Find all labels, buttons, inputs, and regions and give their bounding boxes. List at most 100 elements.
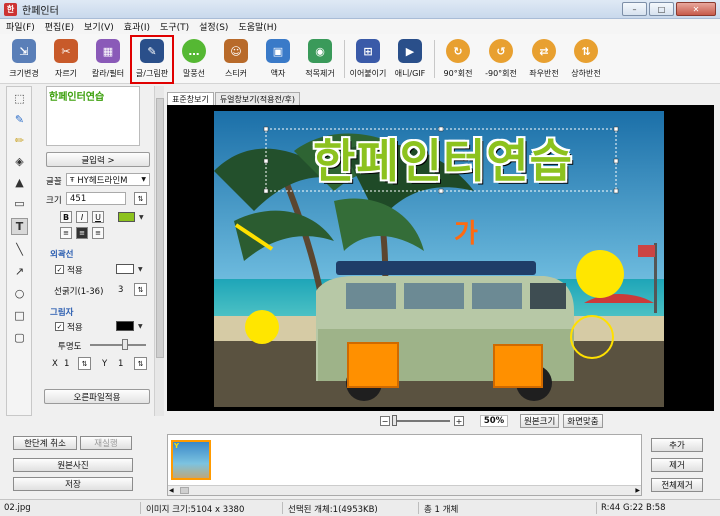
- line-width-value[interactable]: 3: [118, 285, 123, 295]
- tool-resize[interactable]: ⇲ 크기변경: [4, 37, 44, 82]
- outline-section-title: 외곽선: [50, 250, 74, 260]
- canvas-sticker-text[interactable]: 가: [454, 213, 478, 250]
- tool-flip-vertical[interactable]: ⇅ 상하반전: [566, 37, 606, 82]
- window-title: 한페인터: [22, 5, 59, 17]
- title-bar: 한 한페인터 – □ ✕: [0, 0, 720, 19]
- tool-color-filter[interactable]: ▦ 칼라/필터: [88, 37, 128, 82]
- opacity-slider-track[interactable]: [90, 344, 146, 346]
- remove-all-button[interactable]: 전체제거: [651, 478, 703, 492]
- fill-bucket-icon[interactable]: ◈: [11, 153, 28, 170]
- eraser-icon[interactable]: ▭: [11, 195, 28, 212]
- size-input[interactable]: 451: [66, 192, 126, 205]
- tab-standard-view[interactable]: 표준창보기: [167, 92, 214, 105]
- tab-dual-view[interactable]: 듀얼창보기(적용전/후): [214, 92, 300, 105]
- tool-speech-bubble[interactable]: … 말풍선: [174, 37, 214, 82]
- dropper-icon[interactable]: ▲: [11, 174, 28, 191]
- align-left-icon[interactable]: ≡: [60, 227, 72, 239]
- chevron-down-icon[interactable]: ▼: [138, 323, 143, 330]
- outline-color-swatch[interactable]: [116, 264, 134, 274]
- rectangle-tool-icon[interactable]: □: [11, 307, 28, 324]
- x-offset-stepper[interactable]: ⇅: [78, 357, 91, 370]
- line-width-stepper[interactable]: ⇅: [134, 283, 147, 296]
- image-canvas[interactable]: 한페인터연습 가: [167, 105, 714, 411]
- ellipse-tool-icon[interactable]: ○: [11, 285, 28, 302]
- minimize-button[interactable]: –: [622, 2, 647, 16]
- panel-scrollbar-thumb[interactable]: [156, 98, 164, 358]
- menu-effect[interactable]: 효과(I): [124, 20, 150, 33]
- zoom-out-icon[interactable]: −: [380, 416, 390, 426]
- original-photo-button[interactable]: 원본사진: [13, 458, 133, 472]
- original-size-button[interactable]: 원본크기: [520, 414, 560, 428]
- tool-flip-horizontal[interactable]: ⇄ 좌우반전: [524, 37, 564, 82]
- panel-scrollbar[interactable]: [154, 86, 164, 416]
- scroll-right-icon[interactable]: ▶: [635, 487, 640, 494]
- tool-sticker[interactable]: ☺ 스티커: [216, 37, 256, 82]
- rounded-rect-tool-icon[interactable]: ▢: [11, 329, 28, 346]
- menu-file[interactable]: 파일(F): [6, 20, 35, 33]
- shadow-apply-checkbox[interactable]: ✓: [55, 322, 64, 331]
- pen-icon[interactable]: ✎: [11, 111, 28, 128]
- chevron-down-icon[interactable]: ▼: [138, 266, 143, 273]
- tool-gif[interactable]: ▶ 애니/GIF: [390, 37, 430, 82]
- font-select[interactable]: Ŧ HY헤드라인M ▼: [66, 173, 150, 186]
- x-offset-value[interactable]: 1: [64, 359, 69, 369]
- size-stepper[interactable]: ⇅: [134, 192, 147, 205]
- zoom-in-icon[interactable]: +: [454, 416, 464, 426]
- tool-red-eye[interactable]: ◉ 적목제거: [300, 37, 340, 82]
- thumbnail-scrollbar-thumb[interactable]: [180, 487, 189, 494]
- chevron-down-icon[interactable]: ▼: [139, 214, 144, 221]
- menu-view[interactable]: 보기(V): [84, 20, 114, 33]
- italic-button[interactable]: I: [76, 211, 88, 223]
- menu-tools[interactable]: 도구(T): [160, 20, 189, 33]
- remove-button[interactable]: 제거: [651, 458, 703, 472]
- line-tool-icon[interactable]: ╲: [11, 241, 28, 258]
- redo-button[interactable]: 재실행: [80, 436, 132, 450]
- beach-van-photo[interactable]: 한페인터연습 가: [214, 111, 664, 407]
- thumbnail-scrollbar[interactable]: ◀ ▶: [168, 485, 641, 495]
- app-logo-icon: 한: [4, 2, 17, 16]
- align-right-icon[interactable]: ≡: [92, 227, 104, 239]
- zoom-slider[interactable]: [392, 415, 450, 426]
- font-label: 글꼴: [46, 177, 62, 187]
- resize-icon: ⇲: [12, 39, 36, 63]
- tool-text-paint[interactable]: ✎ 글/그림판: [130, 35, 174, 84]
- canvas-title-text[interactable]: 한페인터연습: [278, 125, 608, 191]
- apply-to-object-button[interactable]: 오른파일적용: [44, 389, 150, 404]
- zoom-slider-handle[interactable]: [392, 415, 397, 426]
- fit-screen-button[interactable]: 화면맞춤: [563, 414, 603, 428]
- select-rect-icon[interactable]: ⬚: [11, 90, 28, 107]
- opacity-slider-handle[interactable]: [122, 339, 128, 350]
- maximize-button[interactable]: □: [649, 2, 674, 16]
- arrow-tool-icon[interactable]: ↗: [11, 263, 28, 280]
- align-center-icon[interactable]: ≡: [76, 227, 88, 239]
- line-width-label: 선굵기(1-36): [54, 287, 104, 297]
- scroll-left-icon[interactable]: ◀: [169, 487, 174, 494]
- bold-button[interactable]: B: [60, 211, 72, 223]
- undo-button[interactable]: 한단계 취소: [13, 436, 77, 450]
- rotate-ccw-icon: ↺: [489, 39, 513, 63]
- menu-help[interactable]: 도움말(H): [238, 20, 277, 33]
- thumbnail-item[interactable]: Y: [171, 440, 211, 480]
- text-content-input[interactable]: 한페인터연습: [46, 86, 140, 146]
- gif-icon: ▶: [398, 39, 422, 63]
- close-button[interactable]: ✕: [676, 2, 716, 16]
- shadow-color-swatch[interactable]: [116, 321, 134, 331]
- tool-frame[interactable]: ▣ 액자: [258, 37, 298, 82]
- outline-apply-checkbox[interactable]: ✓: [55, 265, 64, 274]
- text-color-swatch[interactable]: [118, 212, 135, 222]
- tool-rotate-minus-90[interactable]: ↺ -90°회전: [481, 37, 521, 82]
- save-button[interactable]: 저장: [13, 477, 133, 491]
- brush-icon[interactable]: ✏: [11, 132, 28, 149]
- text-paint-icon: ✎: [140, 39, 164, 63]
- y-offset-value[interactable]: 1: [118, 359, 123, 369]
- tool-rotate-90[interactable]: ↻ 90°회전: [438, 37, 478, 82]
- text-tool-icon[interactable]: T: [11, 218, 28, 235]
- menu-edit[interactable]: 편집(E): [45, 20, 74, 33]
- y-offset-stepper[interactable]: ⇅: [134, 357, 147, 370]
- menu-settings[interactable]: 설정(S): [199, 20, 228, 33]
- tool-merge[interactable]: ⊞ 이어붙이기: [348, 37, 388, 82]
- text-input-button[interactable]: 글입력 >: [46, 152, 150, 167]
- underline-button[interactable]: U: [92, 211, 104, 223]
- add-button[interactable]: 추가: [651, 438, 703, 452]
- tool-crop[interactable]: ✂ 자르기: [46, 37, 86, 82]
